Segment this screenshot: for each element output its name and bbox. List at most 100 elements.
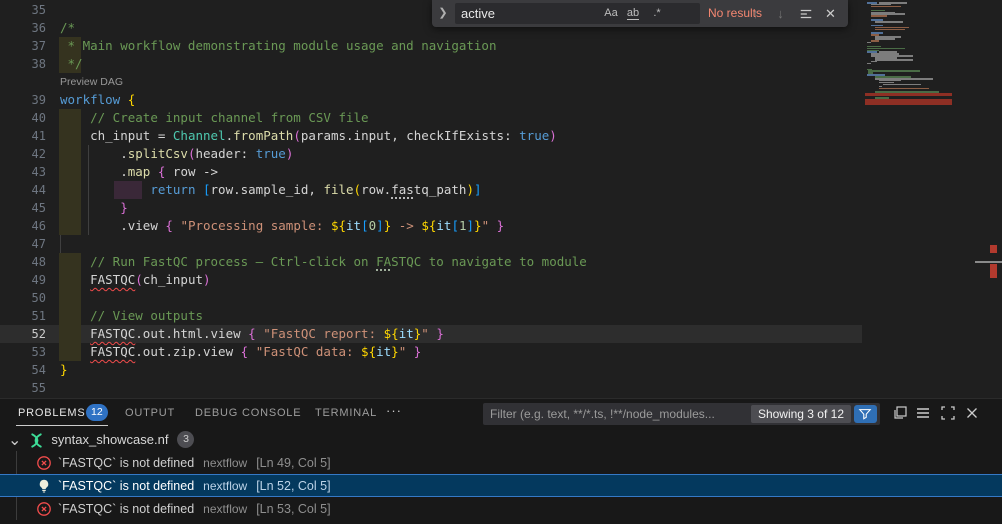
code-token: }: [436, 326, 444, 341]
code-token: .: [120, 218, 128, 233]
tab-terminal[interactable]: TERMINAL: [315, 399, 377, 427]
toggle-replace-chevron-icon[interactable]: ❯: [435, 5, 451, 21]
code-token: [60, 164, 120, 179]
code-token: }: [474, 218, 482, 233]
line-number: 51: [0, 307, 46, 325]
minimap-line: [871, 61, 877, 63]
code-token: ch_input: [143, 272, 203, 287]
code-editor[interactable]: 3536/*37 * Main workflow demonstrating m…: [0, 0, 1002, 397]
code-token: fromPath: [233, 128, 293, 143]
code-token: [60, 146, 120, 161]
code-line-text: ch_input = Channel.fromPath(params.input…: [60, 127, 557, 145]
more-tabs-icon[interactable]: ···: [386, 399, 402, 427]
code-line-text: // Run FastQC process – Ctrl-click on FA…: [60, 253, 587, 271]
filter-funnel-icon[interactable]: [854, 405, 877, 423]
minimap-line: [871, 15, 887, 17]
code-token: row.sample_id: [211, 182, 309, 197]
code-line-text: return [row.sample_id, file(row.fastq_pa…: [60, 181, 482, 199]
code-token: [60, 272, 90, 287]
code-token: map: [128, 164, 158, 179]
match-case-icon[interactable]: Aa: [601, 5, 621, 22]
view-as-table-icon[interactable]: [915, 405, 931, 421]
whole-word-icon[interactable]: ab: [623, 5, 643, 22]
chevron-down-icon[interactable]: ⌄: [8, 430, 21, 450]
code-token: (: [135, 272, 143, 287]
problems-filter-input[interactable]: [490, 403, 740, 425]
code-token: tq_path: [414, 182, 467, 197]
code-line[interactable]: 42 .splitCsv(header: true): [0, 145, 862, 163]
code-token: ${: [384, 326, 399, 341]
codelens-row[interactable]: Preview DAG: [0, 73, 862, 91]
maximize-panel-icon[interactable]: [940, 405, 956, 421]
tab-debug-console[interactable]: DEBUG CONSOLE: [195, 399, 301, 427]
code-line[interactable]: 41 ch_input = Channel.fromPath(params.in…: [0, 127, 862, 145]
regex-icon[interactable]: .*: [647, 5, 667, 22]
find-input[interactable]: [461, 3, 621, 24]
code-token: [60, 128, 90, 143]
line-number: 53: [0, 343, 46, 361]
code-line[interactable]: 50: [0, 289, 862, 307]
minimap-line: [875, 21, 903, 23]
lightbulb-icon: [36, 478, 52, 494]
code-line[interactable]: 53 FASTQC.out.zip.view { "FastQC data: $…: [0, 343, 862, 361]
file-problem-count-badge: 3: [177, 431, 194, 448]
minimap-line: [875, 29, 905, 31]
code-token: ): [203, 272, 211, 287]
next-match-icon[interactable]: ↓: [772, 5, 789, 22]
code-line-text: .view { "Processing sample: ${it[0]} -> …: [60, 217, 504, 235]
code-token: it: [399, 326, 414, 341]
problem-row[interactable]: `FASTQC` is not definednextflow[Ln 52, C…: [0, 474, 1002, 497]
code-token: (: [188, 146, 196, 161]
code-line-text: /*: [60, 19, 75, 37]
code-token: ]: [376, 218, 384, 233]
line-number: 42: [0, 145, 46, 163]
code-line-text: }: [60, 361, 68, 379]
code-token: 1: [459, 218, 467, 233]
code-token: ): [286, 146, 294, 161]
tab-output[interactable]: OUTPUT: [125, 399, 175, 427]
code-token: ->: [391, 218, 421, 233]
collapse-all-icon[interactable]: [892, 405, 908, 421]
code-line[interactable]: 49 FASTQC(ch_input): [0, 271, 862, 289]
code-token: checkIfExists:: [406, 128, 519, 143]
code-line[interactable]: 51 // View outputs: [0, 307, 862, 325]
problems-list: ⌄ syntax_showcase.nf 3 `FASTQC` is not defi…: [0, 428, 1002, 524]
code-line-text: * Main workflow demonstrating module usa…: [60, 37, 497, 55]
code-line[interactable]: 44 return [row.sample_id, file(row.fastq…: [0, 181, 862, 199]
code-line-text: }: [60, 199, 128, 217]
line-number: 35: [0, 1, 46, 19]
code-line[interactable]: 52 FASTQC.out.html.view { "FastQC report…: [0, 325, 862, 343]
codelens-preview-dag-link[interactable]: Preview DAG: [60, 74, 123, 90]
minimap[interactable]: [865, 0, 988, 397]
vscode-window: 3536/*37 * Main workflow demonstrating m…: [0, 0, 1002, 524]
line-number: 38: [0, 55, 46, 73]
find-in-selection-icon[interactable]: [797, 5, 814, 22]
close-find-icon[interactable]: ✕: [822, 5, 839, 22]
code-line[interactable]: 38 */: [0, 55, 862, 73]
problem-row[interactable]: `FASTQC` is not definednextflow[Ln 49, C…: [0, 451, 1002, 474]
code-line[interactable]: 46 .view { "Processing sample: ${it[0]} …: [0, 217, 862, 235]
code-line[interactable]: 43 .map { row ->: [0, 163, 862, 181]
code-line[interactable]: 40 // Create input channel from CSV file: [0, 109, 862, 127]
code-line[interactable]: 39workflow {: [0, 91, 862, 109]
code-token: fas: [391, 182, 414, 197]
problem-message: `FASTQC` is not defined: [58, 502, 194, 516]
minimap-error-bar: [865, 93, 952, 96]
problems-file-name: syntax_showcase.nf: [51, 432, 168, 447]
code-line[interactable]: 47: [0, 235, 862, 253]
code-line-text: .splitCsv(header: true): [60, 145, 293, 163]
code-line[interactable]: 37 * Main workflow demonstrating module …: [0, 37, 862, 55]
problem-row[interactable]: `FASTQC` is not definednextflow[Ln 53, C…: [0, 497, 1002, 520]
code-line[interactable]: 48 // Run FastQC process – Ctrl-click on…: [0, 253, 862, 271]
code-token: [60, 110, 90, 125]
code-token: ch_input: [90, 128, 158, 143]
code-line[interactable]: 54}: [0, 361, 862, 379]
code-line[interactable]: 45 }: [0, 199, 862, 217]
problems-file-row[interactable]: ⌄ syntax_showcase.nf 3: [0, 428, 1002, 451]
tab-problems[interactable]: PROBLEMS: [18, 399, 86, 427]
code-line[interactable]: 55: [0, 379, 862, 397]
close-panel-icon[interactable]: [964, 405, 980, 421]
overview-ruler[interactable]: [988, 0, 1002, 397]
previous-match-icon[interactable]: ↑: [747, 5, 764, 22]
code-token: header:: [196, 146, 256, 161]
